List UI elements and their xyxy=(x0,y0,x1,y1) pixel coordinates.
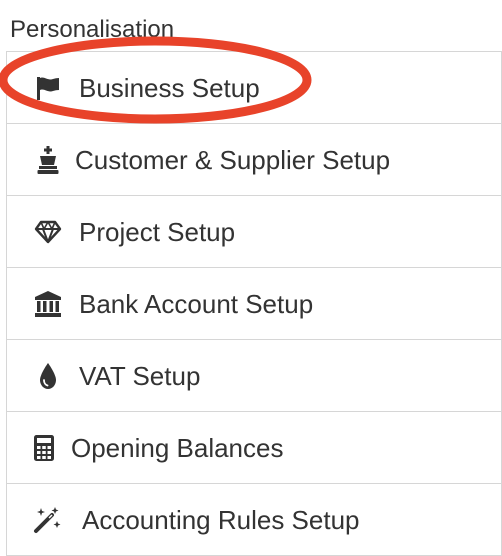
menu-item-project-setup[interactable]: Project Setup xyxy=(7,196,501,268)
menu-item-accounting-rules-setup[interactable]: Accounting Rules Setup xyxy=(7,484,501,556)
setup-menu-list: Business Setup Customer & Supplier Setup… xyxy=(6,51,502,556)
menu-item-label: Business Setup xyxy=(79,72,260,103)
menu-item-label: VAT Setup xyxy=(79,360,201,391)
chess-king-icon xyxy=(33,145,63,175)
gem-icon xyxy=(33,217,63,247)
menu-item-label: Opening Balances xyxy=(71,432,284,463)
section-title: Personalisation xyxy=(10,16,175,43)
calculator-icon xyxy=(29,433,59,463)
menu-item-label: Bank Account Setup xyxy=(79,288,314,319)
menu-item-customer-supplier-setup[interactable]: Customer & Supplier Setup xyxy=(7,124,501,196)
magic-wand-icon xyxy=(33,505,63,535)
menu-item-business-setup[interactable]: Business Setup xyxy=(7,52,501,124)
bank-icon xyxy=(33,289,63,319)
droplet-icon xyxy=(33,361,63,391)
menu-item-opening-balances[interactable]: Opening Balances xyxy=(7,412,501,484)
menu-item-bank-account-setup[interactable]: Bank Account Setup xyxy=(7,268,501,340)
menu-item-label: Customer & Supplier Setup xyxy=(75,144,391,175)
menu-item-label: Accounting Rules Setup xyxy=(82,504,360,535)
flag-icon xyxy=(33,73,63,103)
menu-item-label: Project Setup xyxy=(79,216,236,247)
menu-item-vat-setup[interactable]: VAT Setup xyxy=(7,340,501,412)
